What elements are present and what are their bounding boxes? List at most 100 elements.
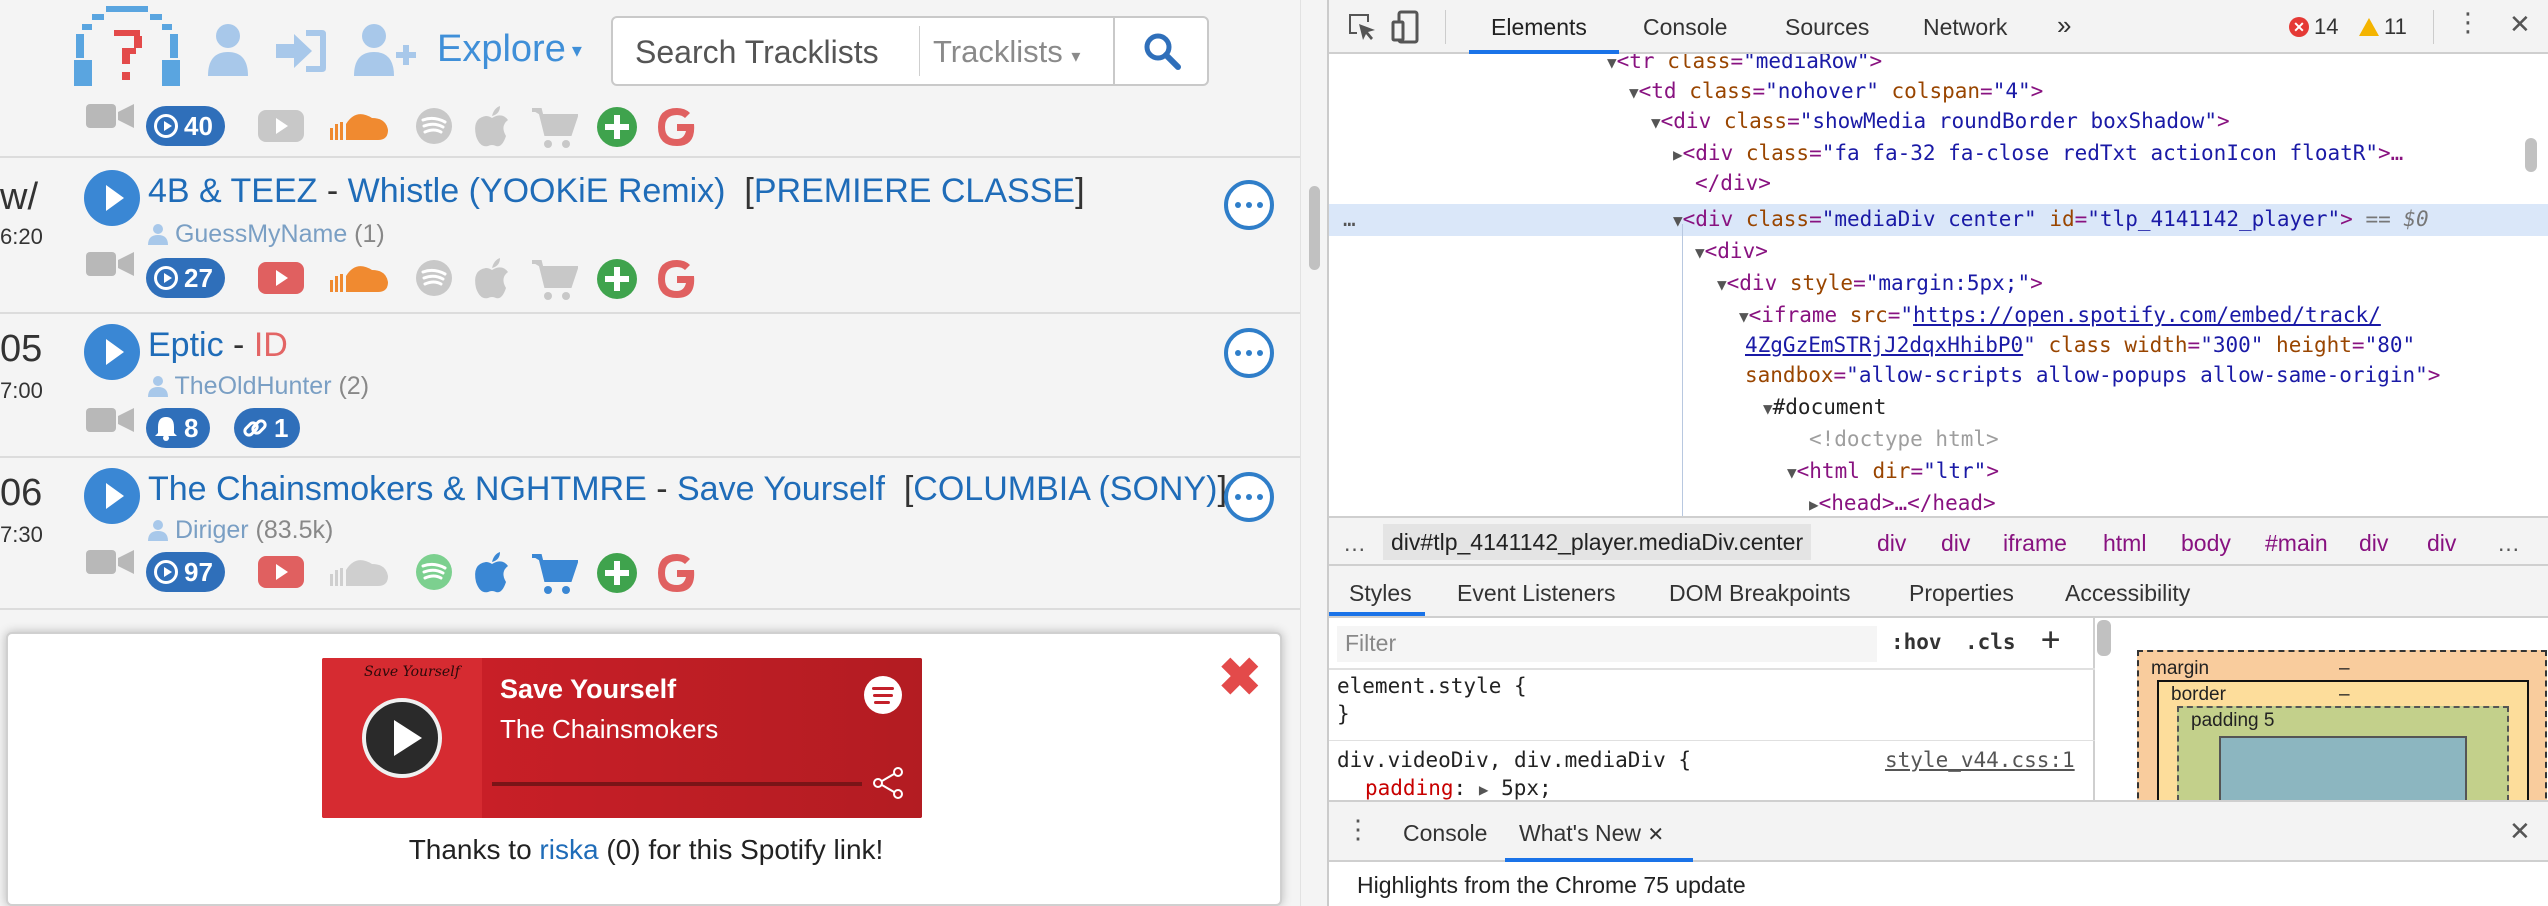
drawer-menu-icon[interactable]: ⋮ [1345, 814, 1371, 845]
progress-bar[interactable] [492, 782, 862, 786]
track-artist-link[interactable]: The Chainsmokers & NGHTMRE [148, 470, 647, 508]
breadcrumb-overflow-icon[interactable]: … [2497, 530, 2520, 557]
search-button[interactable] [1113, 16, 1209, 86]
links-badge[interactable]: 1 [234, 408, 301, 448]
css-rule-selector[interactable]: div.videoDiv, div.mediaDiv { [1337, 748, 1691, 772]
spotify-icon[interactable] [414, 552, 454, 592]
video-icon[interactable] [86, 102, 136, 132]
user-icon[interactable] [206, 22, 250, 78]
youtube-icon[interactable] [256, 258, 306, 298]
styles-filter-input[interactable]: Filter [1337, 626, 1877, 662]
google-icon[interactable] [656, 552, 698, 594]
thanks-user-link[interactable]: riska [539, 834, 598, 865]
dom-node[interactable]: <!doctype html> [1809, 424, 1999, 454]
dom-node[interactable]: ▶<div class="fa fa-32 fa-close redTxt ac… [1673, 138, 2403, 170]
more-options-button[interactable] [1224, 328, 1274, 378]
google-icon[interactable] [656, 258, 698, 300]
dom-node[interactable]: </div> [1695, 168, 1771, 198]
track-artist-link[interactable]: 4B & TEEZ [148, 172, 317, 210]
more-options-button[interactable] [1224, 180, 1274, 230]
search-scope-select[interactable]: Tracklists ▾ [933, 34, 1080, 70]
tab-styles[interactable]: Styles [1349, 580, 1412, 607]
headphones-logo-icon[interactable] [72, 2, 182, 94]
dom-scrollbar[interactable] [2525, 138, 2537, 172]
youtube-icon[interactable] [256, 552, 306, 592]
breadcrumb-item[interactable]: div [2359, 530, 2388, 557]
breadcrumb-item[interactable]: div [1877, 530, 1906, 557]
youtube-icon[interactable] [256, 106, 306, 146]
contributor-link[interactable]: Diriger [175, 516, 249, 544]
video-icon[interactable] [86, 250, 136, 280]
css-source-link[interactable]: style_v44.css:1 [1885, 748, 2075, 772]
add-icon[interactable] [596, 106, 638, 148]
video-icon[interactable] [86, 548, 136, 578]
breadcrumb-item[interactable]: #main [2265, 530, 2328, 557]
dom-node[interactable]: ▼<div class="showMedia roundBorder boxSh… [1651, 106, 2230, 138]
contributor-link[interactable]: TheOldHunter [175, 372, 332, 400]
selected-dom-node[interactable]: ▼<div class="mediaDiv center" id="tlp_41… [1673, 204, 2429, 236]
scrollbar-thumb[interactable] [1309, 186, 1320, 270]
soundcloud-icon[interactable] [326, 106, 392, 146]
record-label-link[interactable]: PREMIERE CLASSE [754, 172, 1075, 210]
close-devtools-icon[interactable]: ✕ [2509, 10, 2531, 40]
dom-node-continued[interactable]: sandbox="allow-scripts allow-popups allo… [1745, 360, 2440, 390]
spotify-icon[interactable] [414, 106, 454, 146]
inspect-element-icon[interactable] [1347, 12, 1377, 42]
tab-network[interactable]: Network [1923, 14, 2007, 41]
track-artist-link[interactable]: Eptic [148, 326, 224, 364]
close-icon[interactable]: ✖ [1218, 652, 1262, 704]
apple-icon[interactable] [472, 106, 512, 150]
new-rule-icon[interactable]: + [2041, 620, 2060, 658]
player-track-title[interactable]: Save Yourself [500, 674, 676, 705]
breadcrumb-item[interactable]: html [2103, 530, 2146, 557]
add-icon[interactable] [596, 258, 638, 300]
more-options-button[interactable] [1224, 472, 1274, 522]
search-input[interactable]: Search Tracklists [635, 34, 879, 71]
tab-elements[interactable]: Elements [1491, 14, 1587, 41]
drawer-tab-console[interactable]: Console [1403, 820, 1487, 847]
track-name-link[interactable]: Whistle ( [348, 172, 480, 210]
player-artist[interactable]: The Chainsmokers [500, 714, 718, 745]
tab-event-listeners[interactable]: Event Listeners [1457, 580, 1616, 607]
track-remix-link[interactable]: YOOKiE Remix [480, 172, 714, 210]
tab-console[interactable]: Console [1643, 14, 1727, 41]
cart-icon[interactable] [530, 552, 578, 596]
dom-node[interactable]: ▶<head>…</head> [1809, 488, 1996, 516]
play-button[interactable] [84, 468, 140, 524]
breadcrumb-item[interactable]: body [2181, 530, 2231, 557]
more-tabs-icon[interactable]: » [2057, 10, 2071, 41]
explore-menu[interactable]: Explore ▾ [437, 28, 582, 71]
breadcrumb-item[interactable]: iframe [2003, 530, 2067, 557]
drawer-tab-whats-new[interactable]: What's New ✕ [1519, 820, 1664, 847]
cart-icon[interactable] [530, 106, 578, 150]
breadcrumb-overflow-icon[interactable]: … [1343, 530, 1366, 557]
breadcrumb-item[interactable]: div [1941, 530, 1970, 557]
page-scrollbar[interactable] [1300, 0, 1327, 906]
login-icon[interactable] [272, 28, 328, 74]
css-rule-selector[interactable]: element.style { [1337, 674, 1527, 698]
tab-properties[interactable]: Properties [1909, 580, 2014, 607]
share-icon[interactable] [872, 766, 906, 800]
node-actions-icon[interactable]: … [1343, 204, 1356, 234]
tab-sources[interactable]: Sources [1785, 14, 1869, 41]
device-toolbar-icon[interactable] [1391, 10, 1421, 44]
record-label-link[interactable]: COLUMBIA (SONY) [913, 470, 1217, 508]
dom-node-continued[interactable]: 4ZgGzEmSTRjJ2dqxHhibP0" class width="300… [1745, 330, 2415, 360]
spotify-logo-icon[interactable] [864, 676, 902, 714]
dom-node[interactable]: ▼#document [1763, 392, 1886, 424]
spotify-icon[interactable] [414, 258, 454, 298]
dom-node[interactable]: ▼<div style="margin:5px;"> [1717, 268, 2043, 300]
breadcrumb-item[interactable]: div#tlp_4141142_player.mediaDiv.center [1383, 524, 1812, 560]
play-button[interactable] [362, 698, 442, 778]
add-icon[interactable] [596, 552, 638, 594]
soundcloud-icon[interactable] [326, 258, 392, 298]
warning-counter[interactable]: 11 [2359, 14, 2407, 40]
play-button[interactable] [84, 170, 140, 226]
box-model-content[interactable] [2219, 736, 2467, 800]
plays-badge[interactable]: 27 [146, 258, 225, 298]
class-toggle[interactable]: .cls [1965, 630, 2016, 654]
track-name-link[interactable]: Save Yourself [677, 470, 885, 508]
spotify-embed-player[interactable]: Save Yourself Save Yourself The Chainsmo… [322, 658, 922, 818]
dom-node[interactable]: ▼<div> [1695, 236, 1768, 268]
add-user-icon[interactable] [352, 22, 418, 78]
